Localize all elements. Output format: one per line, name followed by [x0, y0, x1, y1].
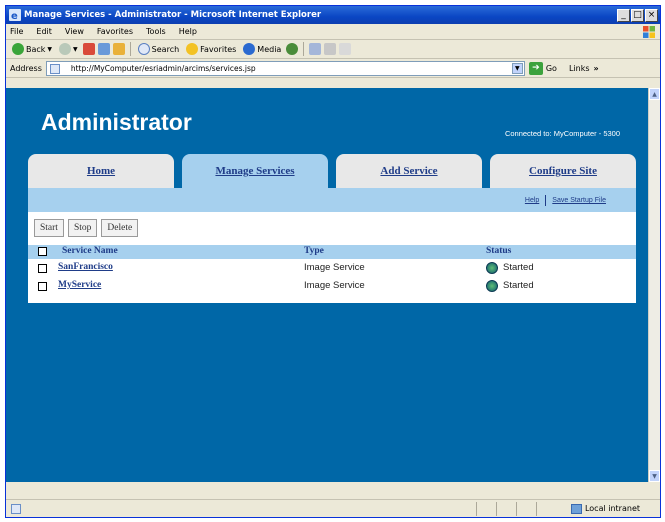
- tab-home[interactable]: Home: [28, 154, 174, 188]
- status-segment: [516, 501, 517, 516]
- column-type[interactable]: Type: [304, 246, 324, 256]
- chevron-right-icon: »: [593, 63, 599, 73]
- divider: [545, 195, 547, 206]
- vertical-scrollbar[interactable]: ▲ ▼: [648, 88, 660, 482]
- security-zone: Local intranet: [570, 503, 640, 514]
- status-segment: [536, 501, 537, 516]
- stop-button[interactable]: Stop: [67, 219, 98, 237]
- row-checkbox[interactable]: [38, 264, 47, 273]
- table-row: MyService Image Service Started: [28, 279, 636, 296]
- scroll-down-icon[interactable]: ▼: [649, 470, 660, 482]
- service-name-link[interactable]: MyService: [58, 280, 101, 290]
- toolbar-divider: [303, 42, 305, 56]
- tab-manage-services[interactable]: Manage Services: [182, 154, 328, 188]
- save-startup-file-link[interactable]: Save Startup File: [552, 197, 606, 204]
- intranet-icon: [570, 503, 582, 514]
- page-viewport: Administrator Connected to: MyComputer -…: [6, 88, 660, 482]
- mail-icon[interactable]: [309, 43, 322, 55]
- select-all-checkbox[interactable]: [38, 247, 47, 256]
- toolbar: Back ▼ ▼ Search Favorites Media: [6, 40, 660, 59]
- media-button[interactable]: Media: [241, 43, 283, 55]
- service-type: Image Service: [304, 262, 365, 273]
- service-status: Started: [503, 280, 534, 291]
- menu-file[interactable]: File: [10, 27, 23, 36]
- forward-button[interactable]: ▼: [57, 43, 80, 55]
- back-button[interactable]: Back ▼: [10, 43, 54, 55]
- services-panel: Start Stop Delete Service Name Type Stat…: [28, 212, 636, 303]
- page-icon: [49, 63, 60, 74]
- connection-status: Connected to: MyComputer - 5300: [504, 129, 620, 138]
- browser-window: e Manage Services - Administrator - Micr…: [5, 5, 661, 518]
- menu-favorites[interactable]: Favorites: [97, 27, 133, 36]
- maximize-button[interactable]: □: [631, 8, 644, 22]
- toolbar-divider: [129, 42, 131, 56]
- start-button[interactable]: Start: [34, 219, 64, 237]
- tab-configure-site[interactable]: Configure Site: [490, 154, 636, 188]
- status-started-icon: [486, 262, 498, 274]
- windows-logo-icon: [643, 26, 655, 38]
- history-icon[interactable]: [286, 43, 299, 55]
- status-segment: [496, 501, 497, 516]
- menu-bar: File Edit View Favorites Tools Help: [6, 24, 660, 40]
- go-button[interactable]: ➔ Go: [528, 61, 557, 75]
- address-url: http://MyComputer/esriadmin/arcims/servi…: [70, 63, 256, 73]
- action-buttons: Start Stop Delete: [34, 219, 139, 237]
- close-button[interactable]: ×: [645, 8, 658, 22]
- scroll-up-icon[interactable]: ▲: [649, 88, 660, 100]
- window-title: Manage Services - Administrator - Micros…: [24, 10, 322, 20]
- menu-tools[interactable]: Tools: [146, 27, 166, 36]
- edit-icon[interactable]: [339, 43, 352, 55]
- go-arrow-icon: ➔: [528, 61, 543, 75]
- minimize-button[interactable]: _: [617, 8, 630, 22]
- help-link[interactable]: Help: [525, 197, 539, 204]
- chevron-down-icon[interactable]: ▼: [511, 62, 523, 74]
- print-icon[interactable]: [324, 43, 337, 55]
- address-input[interactable]: http://MyComputer/esriadmin/arcims/servi…: [45, 60, 525, 76]
- links-button[interactable]: Links: [569, 64, 590, 73]
- chevron-down-icon: ▼: [47, 45, 53, 53]
- search-icon: [137, 43, 150, 55]
- chevron-down-icon: ▼: [73, 45, 78, 53]
- ie-logo-icon: e: [9, 9, 21, 21]
- service-name-link[interactable]: SanFrancisco: [58, 262, 113, 272]
- service-status: Started: [503, 262, 534, 273]
- home-icon[interactable]: [112, 43, 125, 55]
- svg-text:e: e: [11, 11, 18, 21]
- menu-view[interactable]: View: [65, 27, 84, 36]
- address-label: Address: [10, 63, 42, 73]
- star-icon: [186, 43, 199, 55]
- menu-edit[interactable]: Edit: [36, 27, 52, 36]
- menu-help[interactable]: Help: [179, 27, 197, 36]
- row-checkbox[interactable]: [38, 282, 47, 291]
- favorites-button[interactable]: Favorites: [184, 43, 238, 55]
- table-header: Service Name Type Status: [28, 245, 636, 259]
- status-bar: Local intranet: [6, 499, 660, 517]
- column-service-name[interactable]: Service Name: [62, 246, 118, 256]
- subnav-bar: Help Save Startup File: [28, 188, 636, 212]
- address-bar: Address http://MyComputer/esriadmin/arci…: [6, 59, 660, 78]
- tab-bar: Home Manage Services Add Service Configu…: [28, 154, 636, 188]
- search-button[interactable]: Search: [136, 43, 181, 55]
- back-arrow-icon: [12, 43, 24, 55]
- stop-icon[interactable]: [82, 43, 95, 55]
- page-loaded-icon: [11, 503, 21, 514]
- table-row: SanFrancisco Image Service Started: [28, 261, 636, 278]
- title-bar[interactable]: e Manage Services - Administrator - Micr…: [6, 6, 660, 24]
- delete-button[interactable]: Delete: [101, 219, 139, 237]
- tab-add-service[interactable]: Add Service: [336, 154, 482, 188]
- page-title: Administrator: [41, 109, 192, 135]
- column-status[interactable]: Status: [486, 246, 511, 256]
- refresh-icon[interactable]: [97, 43, 110, 55]
- status-started-icon: [486, 280, 498, 292]
- service-type: Image Service: [304, 280, 365, 291]
- status-segment: [476, 501, 477, 516]
- media-icon: [243, 43, 256, 55]
- forward-arrow-icon: [59, 43, 72, 55]
